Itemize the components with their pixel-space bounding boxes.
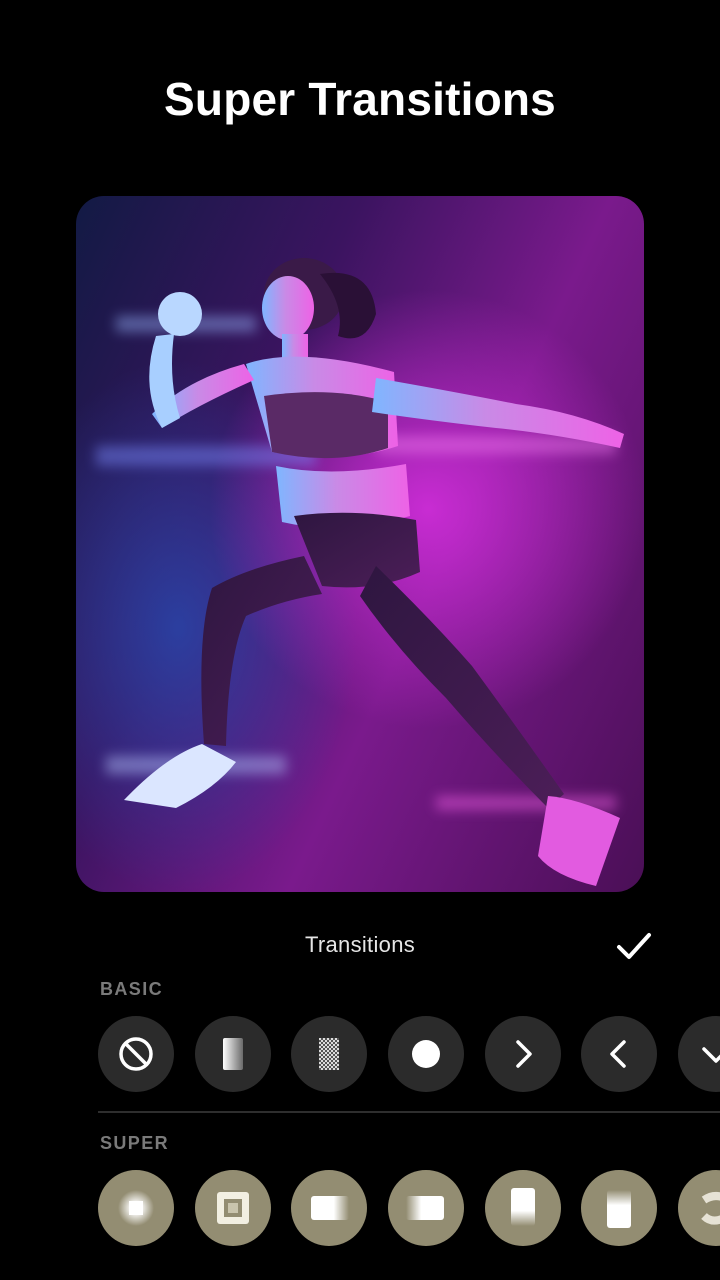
transition-swirl-blur[interactable]	[678, 1170, 720, 1246]
slide-blur-left-icon	[406, 1196, 444, 1220]
transition-slide-down[interactable]	[678, 1016, 720, 1092]
slide-blur-down-icon	[607, 1190, 631, 1228]
transition-slide-right[interactable]	[485, 1016, 561, 1092]
fade-gradient-icon	[223, 1038, 243, 1070]
super-transitions-row	[98, 1170, 720, 1246]
transition-slide-left[interactable]	[581, 1016, 657, 1092]
transition-zoom-blur[interactable]	[98, 1170, 174, 1246]
transition-slide-blur-down[interactable]	[581, 1170, 657, 1246]
page-headline: Super Transitions	[164, 73, 556, 125]
transition-circle[interactable]	[388, 1016, 464, 1092]
transition-dissolve[interactable]	[291, 1016, 367, 1092]
slide-blur-up-icon	[511, 1188, 535, 1226]
basic-transitions-row	[98, 1016, 720, 1092]
none-icon	[119, 1037, 153, 1071]
swirl-blur-icon	[701, 1192, 720, 1225]
transition-slide-blur-up[interactable]	[485, 1170, 561, 1246]
dissolve-checker-icon	[319, 1038, 339, 1070]
chevron-left-icon	[610, 1040, 626, 1068]
zoom-blur-icon	[118, 1190, 154, 1226]
preview-image	[76, 196, 644, 892]
circle-icon	[412, 1040, 440, 1068]
section-label-basic: BASIC	[100, 979, 164, 999]
chevron-right-icon	[516, 1040, 532, 1068]
confirm-button[interactable]	[612, 926, 656, 966]
frame-zoom-icon	[217, 1192, 249, 1224]
transition-none[interactable]	[98, 1016, 174, 1092]
slide-blur-right-icon	[311, 1196, 349, 1220]
section-divider	[98, 1111, 720, 1113]
transition-fade[interactable]	[195, 1016, 271, 1092]
runner-illustration	[96, 258, 624, 886]
section-label-super: SUPER	[100, 1133, 170, 1153]
transition-slide-blur-right[interactable]	[291, 1170, 367, 1246]
transition-slide-blur-left[interactable]	[388, 1170, 464, 1246]
transition-frame-zoom[interactable]	[195, 1170, 271, 1246]
chevron-down-icon	[702, 1047, 720, 1063]
check-icon	[617, 933, 651, 959]
